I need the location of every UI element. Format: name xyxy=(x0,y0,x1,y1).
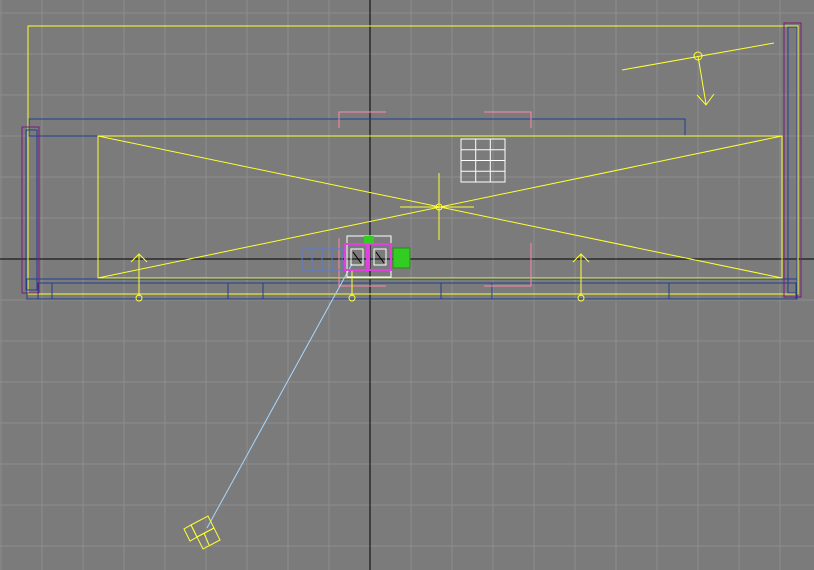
wall-strip-bottom[interactable] xyxy=(26,278,798,300)
camera-target-line[interactable] xyxy=(206,263,353,529)
window-grid[interactable] xyxy=(460,138,506,183)
furniture-magenta-item-a[interactable] xyxy=(344,243,368,271)
grid-lines xyxy=(0,0,814,570)
upper-room-boundary[interactable] xyxy=(27,25,799,295)
3d-viewport[interactable] xyxy=(0,0,814,570)
viewport-canvas[interactable] xyxy=(0,0,814,570)
target-camera[interactable] xyxy=(183,515,221,550)
green-marker-right[interactable] xyxy=(392,247,411,269)
left-column[interactable] xyxy=(21,126,40,294)
wall-strip-top[interactable] xyxy=(28,118,686,137)
furniture-group[interactable] xyxy=(301,235,411,278)
green-marker-top[interactable] xyxy=(364,236,374,244)
world-axes xyxy=(0,0,814,570)
